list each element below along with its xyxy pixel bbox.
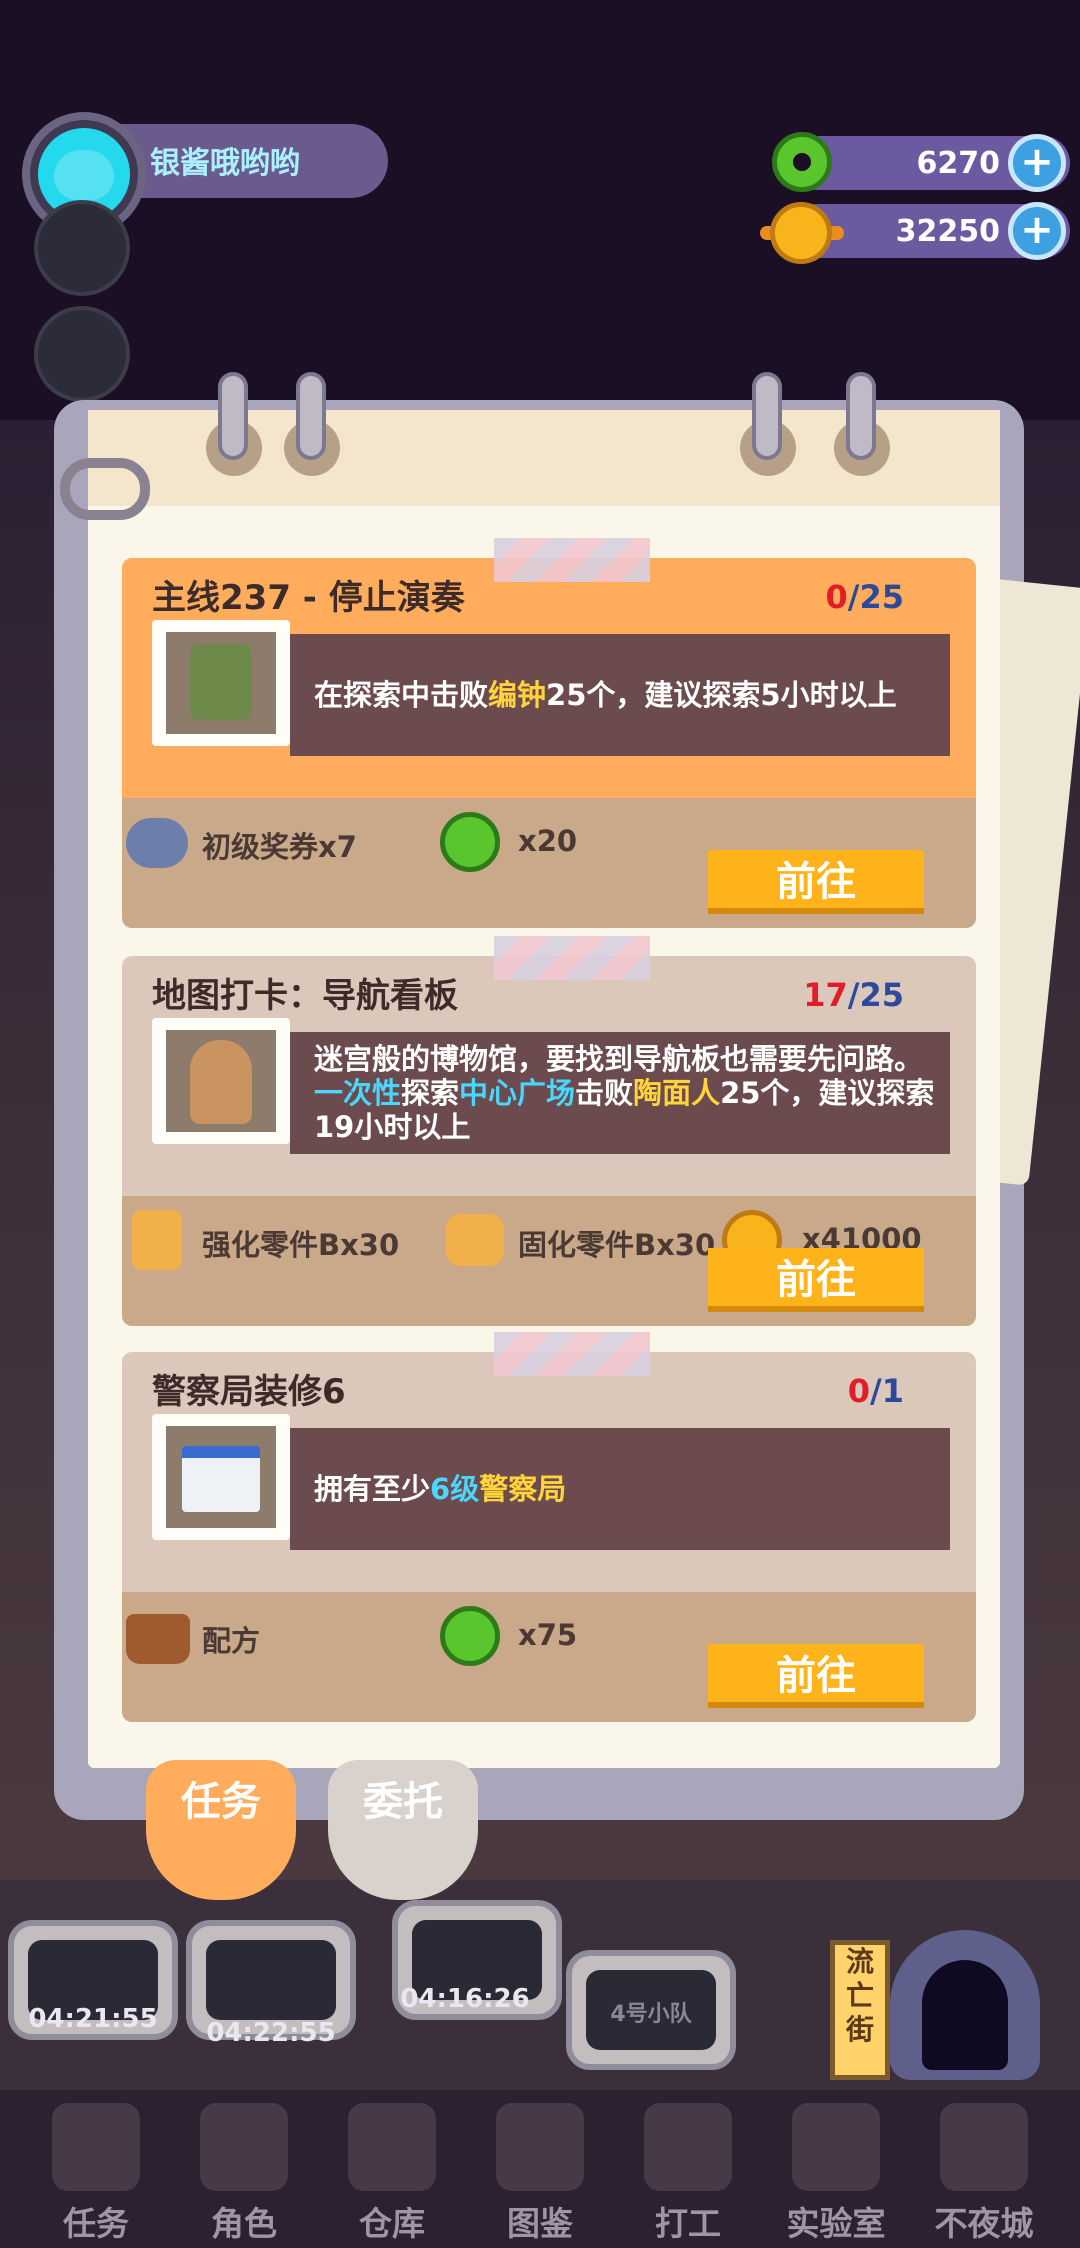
tab-missions[interactable]: 任务	[146, 1760, 296, 1900]
binder-ring-icon	[296, 372, 326, 460]
squad-timer: 04:16:26	[400, 1984, 530, 2014]
add-coin-button[interactable]: +	[1008, 202, 1066, 260]
go-button[interactable]: 前往	[708, 1644, 924, 1708]
binder-ring-icon	[752, 372, 782, 460]
task-title: 地图打卡：导航看板	[152, 976, 458, 1016]
reward-label: x75	[518, 1618, 578, 1652]
paper-clip-icon	[60, 458, 150, 520]
exile-street-sign[interactable]: 流亡街	[830, 1940, 890, 2080]
codex-book-icon	[496, 2103, 584, 2191]
ticket-icon	[126, 818, 188, 868]
bell-monster-icon	[166, 632, 276, 734]
task-thumbnail	[152, 620, 290, 746]
task-progress: 17/25	[803, 976, 904, 1014]
nav-missions[interactable]: 任务	[26, 2095, 166, 2245]
portal-swirl-icon	[922, 1960, 1008, 2070]
settings-gear-button[interactable]	[34, 306, 130, 402]
nav-characters[interactable]: 角色	[174, 2095, 314, 2245]
task-description: 迷宫般的博物馆，要找到导航板也需要先问路。 一次性探索中心广场击败陶面人25个，建…	[314, 1042, 935, 1144]
side-arrow-button[interactable]	[34, 200, 130, 296]
task-description-box: 迷宫般的博物馆，要找到导航板也需要先问路。 一次性探索中心广场击败陶面人25个，建…	[290, 1032, 950, 1154]
task-card-map-checkin: 地图打卡：导航看板 17/25 迷宫般的博物馆，要找到导航板也需要先问路。 一次性…	[122, 956, 976, 1326]
go-button[interactable]: 前往	[708, 1248, 924, 1312]
tape-decoration	[494, 1332, 650, 1376]
reward-label: 强化零件Bx30	[202, 1228, 400, 1262]
task-progress: 0/1	[847, 1372, 904, 1410]
binder-ring-icon	[218, 372, 248, 460]
character-book-icon	[200, 2103, 288, 2191]
basket-icon	[126, 1614, 190, 1664]
reward-label: x20	[518, 824, 578, 858]
nav-laboratory[interactable]: 实验室	[766, 2095, 906, 2245]
task-card-police-station: 警察局装修6 0/1 拥有至少6级警察局 配方 x75 前往	[122, 1352, 976, 1722]
task-title: 主线237 - 停止演奏	[152, 578, 465, 618]
nav-work[interactable]: 打工	[618, 2095, 758, 2245]
clipboard-icon	[52, 2103, 140, 2191]
task-thumbnail	[152, 1018, 290, 1144]
tab-commission[interactable]: 委托	[328, 1760, 478, 1900]
donut-icon	[772, 132, 832, 192]
player-name: 银酱哦哟哟	[150, 146, 300, 181]
task-description-box: 在探索中击败编钟25个，建议探索5小时以上	[290, 634, 950, 756]
pottery-face-icon	[166, 1030, 276, 1132]
nav-codex[interactable]: 图鉴	[470, 2095, 610, 2245]
reward-label: 配方	[202, 1624, 261, 1658]
cat-face-icon	[54, 150, 114, 200]
reward-label: 固化零件Bx30	[518, 1228, 716, 1262]
go-button[interactable]: 前往	[708, 850, 924, 914]
nav-night-city[interactable]: 不夜城	[914, 2095, 1054, 2245]
squad-timer: 04:22:55	[206, 2018, 336, 2048]
squad-label: 4号小队	[610, 2002, 692, 2027]
reward-label: 初级奖券x7	[202, 830, 357, 864]
bolt-icon	[132, 1210, 182, 1270]
chest-icon	[348, 2103, 436, 2191]
task-description: 在探索中击败编钟25个，建议探索5小时以上	[314, 678, 897, 712]
task-title: 警察局装修6	[152, 1372, 346, 1412]
task-thumbnail	[152, 1414, 290, 1540]
nut-icon	[446, 1214, 504, 1266]
tape-decoration	[494, 936, 650, 980]
task-card-main-237: 主线237 - 停止演奏 0/25 在探索中击败编钟25个，建议探索5小时以上 …	[122, 558, 976, 928]
binder-ring-icon	[846, 372, 876, 460]
donut-icon	[440, 812, 500, 872]
work-frame-icon	[644, 2103, 732, 2191]
tab-missions-label: 任务	[181, 1779, 261, 1825]
planet-coin-icon	[770, 202, 832, 264]
police-station-icon	[166, 1426, 276, 1528]
task-progress: 0/25	[825, 578, 904, 616]
squad-timer: 04:21:55	[28, 2004, 158, 2034]
add-donut-button[interactable]: +	[1008, 134, 1066, 192]
cat-city-icon	[940, 2103, 1028, 2191]
nav-warehouse[interactable]: 仓库	[322, 2095, 462, 2245]
tab-commission-label: 委托	[363, 1779, 443, 1825]
donut-icon	[440, 1606, 500, 1666]
lab-flask-icon	[792, 2103, 880, 2191]
tape-decoration	[494, 538, 650, 582]
task-description-box: 拥有至少6级警察局	[290, 1428, 950, 1550]
task-description: 拥有至少6级警察局	[314, 1472, 567, 1506]
